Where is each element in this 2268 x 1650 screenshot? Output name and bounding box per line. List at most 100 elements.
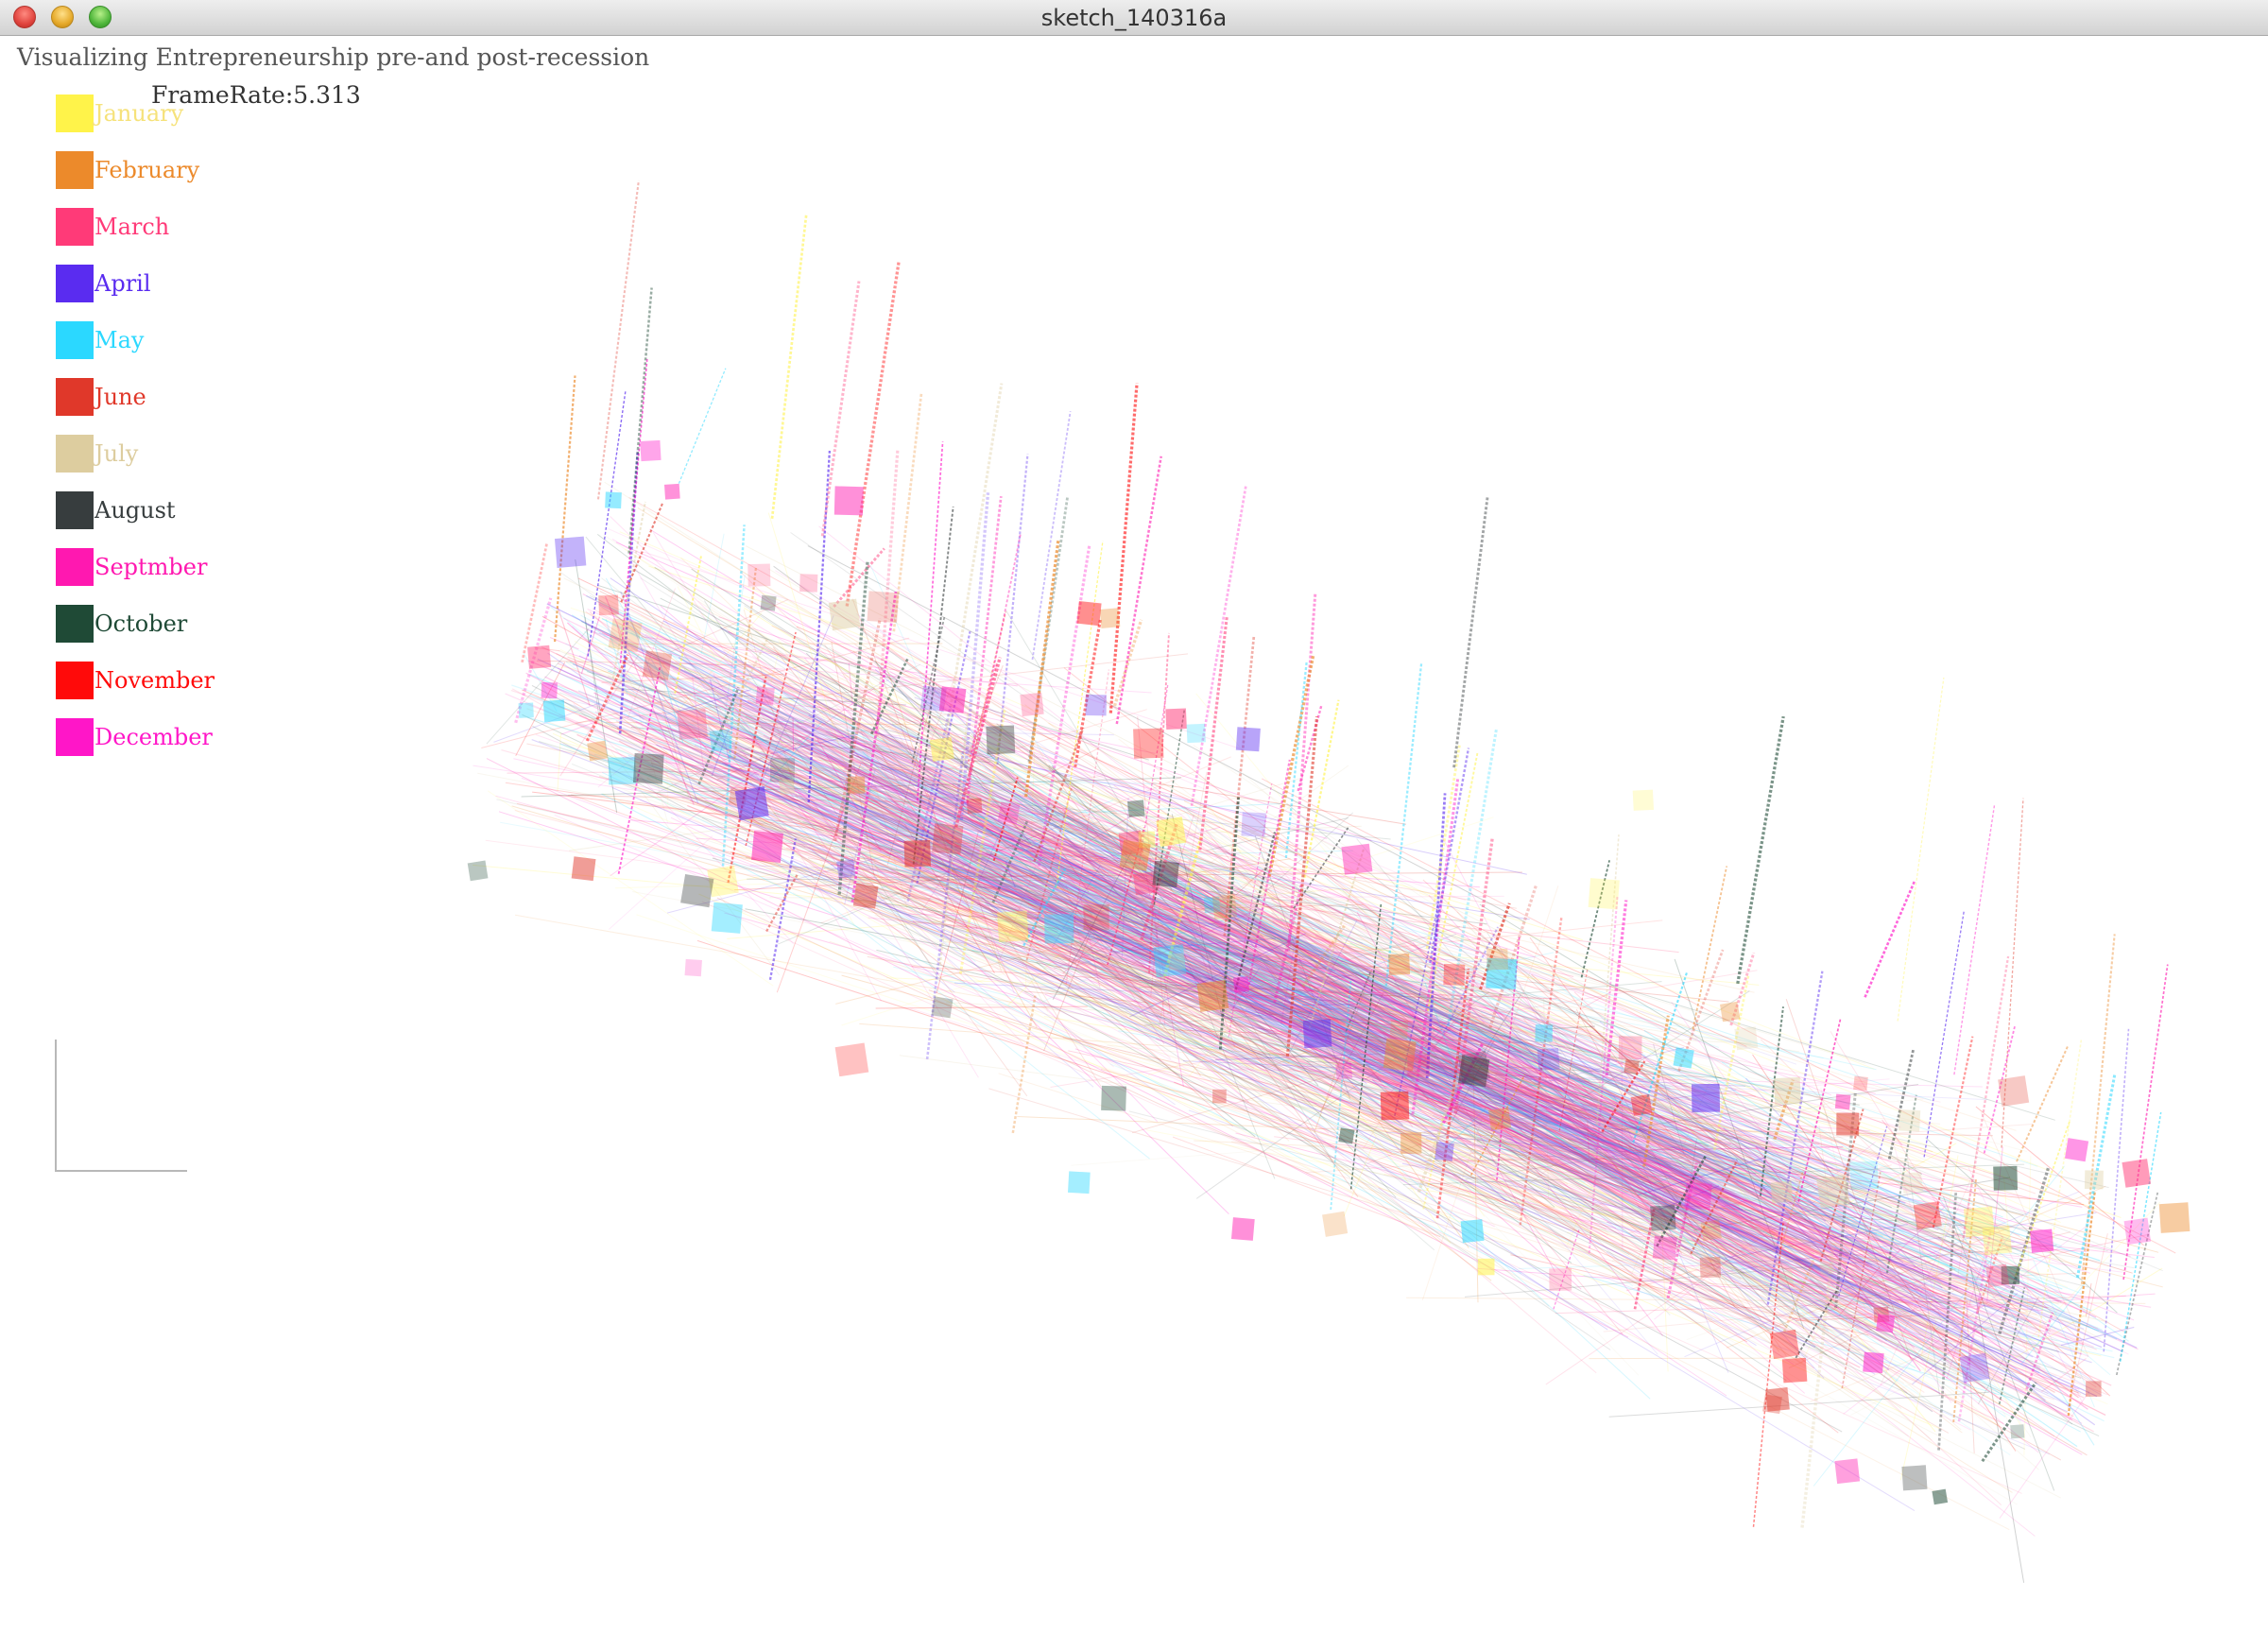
legend-item-september: Septmber xyxy=(56,548,301,586)
network-node xyxy=(1781,1357,1808,1384)
legend-swatch xyxy=(56,321,94,359)
legend-swatch xyxy=(56,265,94,302)
network-node xyxy=(932,823,964,855)
legend-label: August xyxy=(94,497,176,524)
network-node xyxy=(1211,894,1238,920)
network-node xyxy=(1099,608,1121,628)
network-node xyxy=(1101,1085,1126,1111)
network-node xyxy=(1119,839,1151,871)
legend-label: July xyxy=(94,440,139,467)
network-edge xyxy=(2007,1267,2163,1363)
legend-label: December xyxy=(94,724,213,750)
network-node xyxy=(608,618,643,653)
network-node xyxy=(760,594,777,611)
legend-label: Septmber xyxy=(94,554,208,580)
network-node xyxy=(1380,1091,1410,1121)
window-titlebar[interactable]: sketch_140316a xyxy=(0,0,2268,36)
legend-label: June xyxy=(94,384,146,410)
network-node xyxy=(711,902,743,934)
legend-label: February xyxy=(94,157,200,183)
network-node xyxy=(997,910,1029,942)
legend-label: March xyxy=(94,214,170,240)
network-node xyxy=(1477,1258,1495,1276)
network-node xyxy=(1630,1093,1653,1116)
network-node xyxy=(571,856,596,882)
network-node xyxy=(1232,976,1250,993)
framerate-readout: FrameRate:5.313 xyxy=(151,81,361,109)
network-node xyxy=(867,591,900,623)
legend-label: November xyxy=(94,667,215,694)
edge-label-stroke xyxy=(627,287,653,554)
network-node xyxy=(1335,1062,1353,1080)
legend-label: May xyxy=(94,327,145,353)
network-node xyxy=(1985,1263,2010,1288)
network-visualization[interactable] xyxy=(0,36,2268,1650)
edge-label-stroke xyxy=(1864,880,1916,998)
network-node xyxy=(747,563,771,587)
legend-swatch xyxy=(56,95,94,132)
edge-label-stroke xyxy=(1112,619,1143,707)
edge-label-stroke xyxy=(1953,804,1996,1075)
network-node xyxy=(1486,948,1508,971)
network-node xyxy=(1849,1160,1879,1191)
app-window: sketch_140316a Visualizing Entrepreneurs… xyxy=(0,0,2268,1650)
network-node xyxy=(1076,601,1102,627)
network-node xyxy=(1407,1054,1430,1077)
network-node xyxy=(1820,1261,1834,1275)
network-node xyxy=(1816,1174,1850,1209)
network-node xyxy=(2086,1381,2102,1397)
network-node xyxy=(1982,1225,2013,1256)
network-node xyxy=(769,757,796,783)
legend-item-july: July xyxy=(56,435,301,473)
edge-label-stroke xyxy=(1108,383,1139,713)
network-node xyxy=(1549,1268,1572,1291)
network-node xyxy=(1322,1211,1349,1237)
network-node xyxy=(1720,1001,1741,1023)
network-node xyxy=(2084,1170,2104,1190)
network-node xyxy=(1624,1058,1640,1075)
window-title: sketch_140316a xyxy=(1040,5,1228,31)
network-node xyxy=(1650,1205,1676,1231)
network-node xyxy=(1734,1026,1759,1051)
edge-label-stroke xyxy=(1736,715,1785,985)
network-node xyxy=(677,709,708,740)
network-node xyxy=(1913,1201,1942,1230)
network-node xyxy=(1460,1219,1485,1244)
network-node xyxy=(1618,1036,1642,1060)
network-node xyxy=(1152,860,1179,888)
legend-swatch xyxy=(56,662,94,699)
edge-label-stroke xyxy=(1190,485,1247,807)
network-node xyxy=(1900,1171,1924,1195)
sketch-canvas[interactable]: Visualizing Entrepreneurship pre-and pos… xyxy=(0,36,2268,1650)
legend-item-august: August xyxy=(56,491,301,529)
legend-label: April xyxy=(94,270,151,297)
network-node xyxy=(2064,1138,2089,1162)
network-node xyxy=(1067,1171,1091,1195)
network-node xyxy=(986,725,1016,755)
network-node xyxy=(605,491,622,509)
network-node xyxy=(1691,1083,1721,1112)
edge-label-stroke xyxy=(1031,411,1072,661)
network-node xyxy=(755,686,775,706)
network-node xyxy=(1993,1165,2019,1191)
network-node xyxy=(1302,1019,1332,1049)
network-node xyxy=(1020,692,1044,717)
network-node xyxy=(836,859,856,879)
network-node xyxy=(1863,1351,1884,1374)
network-node xyxy=(467,860,489,882)
network-node xyxy=(518,702,534,718)
network-node xyxy=(1537,1047,1560,1071)
network-node xyxy=(1770,1180,1794,1204)
network-node xyxy=(2122,1159,2152,1188)
network-node xyxy=(1165,708,1187,730)
network-node xyxy=(1876,1314,1896,1333)
network-node xyxy=(734,786,769,821)
network-node xyxy=(1443,963,1466,986)
legend-item-april: April xyxy=(56,265,301,302)
legend-swatch xyxy=(56,378,94,416)
network-node xyxy=(1959,1352,1990,1384)
network-node xyxy=(751,831,783,863)
network-node xyxy=(1196,979,1229,1012)
network-node xyxy=(1044,914,1074,944)
network-node xyxy=(1167,953,1186,971)
